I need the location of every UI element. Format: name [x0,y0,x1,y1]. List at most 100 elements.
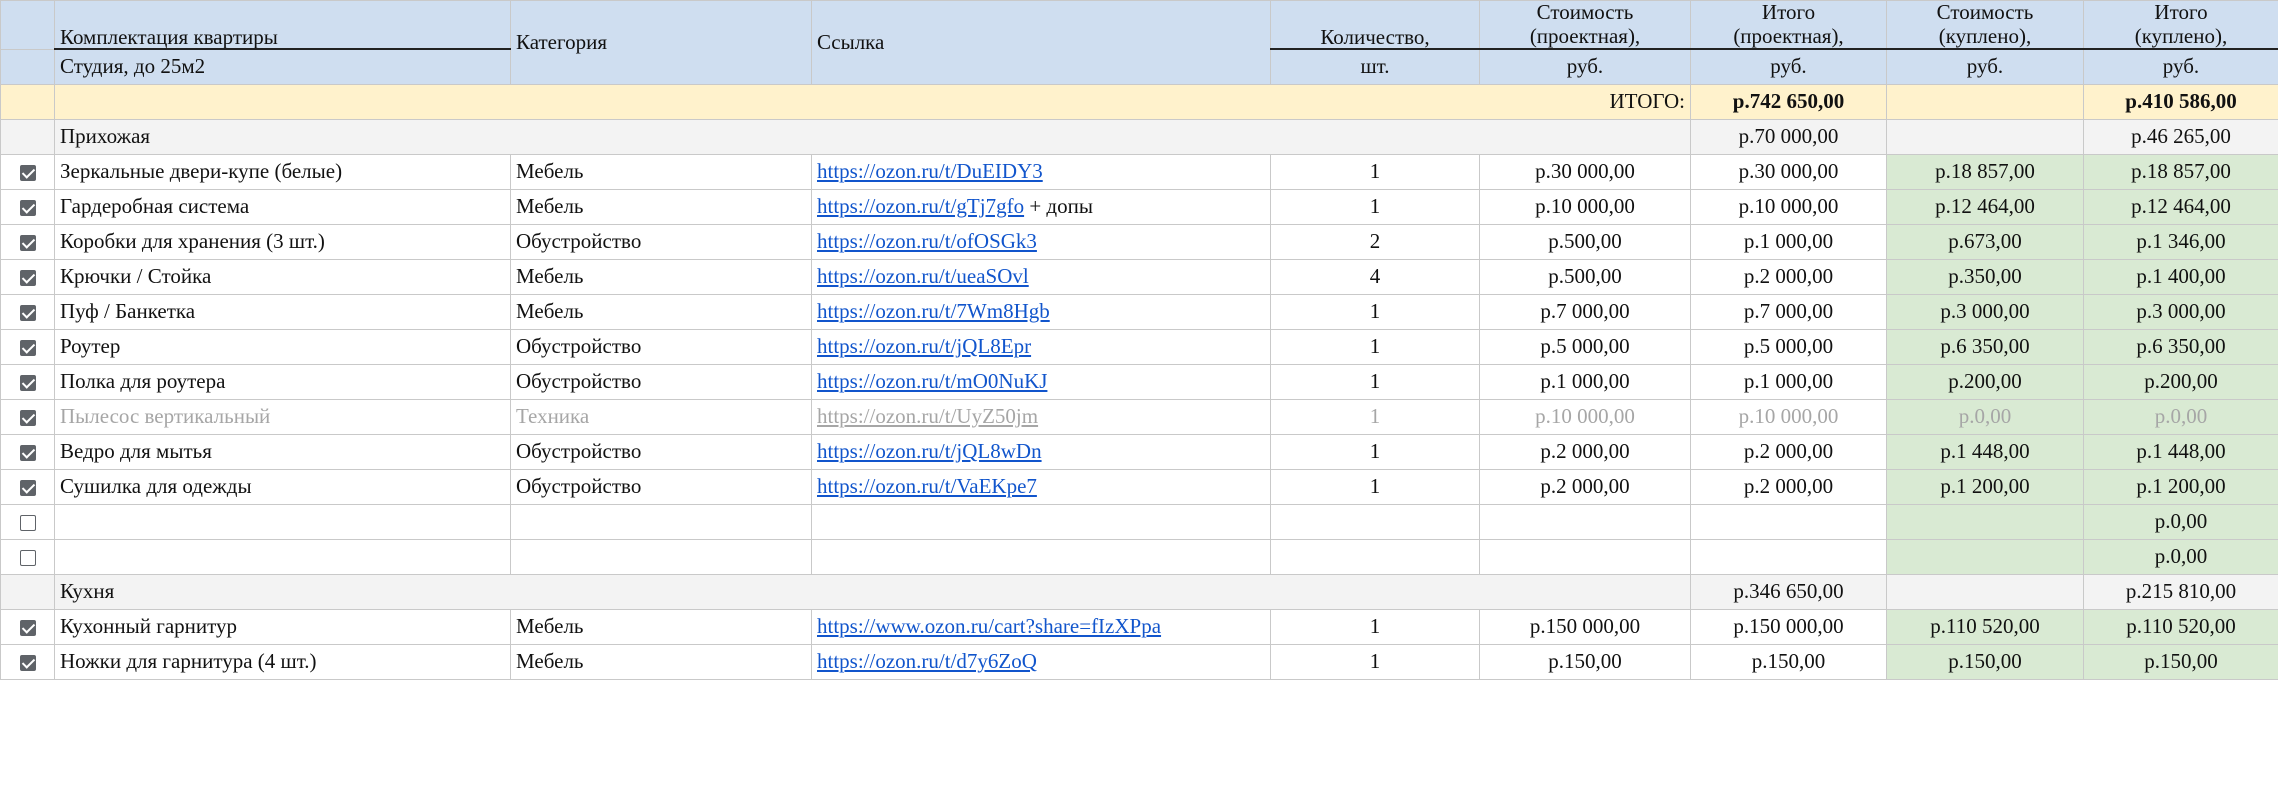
item-total-bought[interactable]: р.18 857,00 [2083,153,2278,190]
grand-total-cell-blank[interactable] [0,83,55,120]
item-total-projected[interactable]: р.10 000,00 [1690,188,1887,225]
header-cost-bought[interactable]: Стоимость (куплено), [1886,0,2084,51]
item-link-cell[interactable]: https://ozon.ru/t/ofOSGk3 [811,223,1271,260]
item-category[interactable]: Обустройство [510,223,812,260]
item-category[interactable]: Мебель [510,188,812,225]
item-cost-bought[interactable] [1886,538,2084,575]
header-qty-unit[interactable]: шт. [1270,48,1480,85]
item-total-bought[interactable]: р.0,00 [2083,538,2278,575]
checkbox-cell[interactable] [0,188,55,225]
item-link[interactable]: https://www.ozon.ru/cart?share=fIzXPpa [817,614,1161,638]
item-cost-bought[interactable]: р.110 520,00 [1886,608,2084,645]
checkbox-checked[interactable] [19,305,36,322]
checkbox-cell[interactable] [0,643,55,680]
item-cost-bought[interactable]: р.673,00 [1886,223,2084,260]
item-total-projected[interactable] [1690,503,1887,540]
item-link-cell[interactable]: https://ozon.ru/t/jQL8Epr [811,328,1271,365]
item-cost-projected[interactable] [1479,503,1691,540]
section-cell-blank[interactable] [0,573,55,610]
header-total-bought[interactable]: Итого (куплено), [2083,0,2278,51]
item-cost-projected[interactable]: р.1 000,00 [1479,363,1691,400]
header-qty[interactable]: Количество, [1270,0,1480,51]
grand-total-label[interactable]: ИТОГО: [54,83,1691,120]
item-qty[interactable]: 1 [1270,153,1480,190]
item-name[interactable] [54,538,511,575]
item-total-bought[interactable]: р.200,00 [2083,363,2278,400]
checkbox-cell[interactable] [0,503,55,540]
section-name[interactable]: Прихожая [54,118,1691,155]
section-blank[interactable] [1886,573,2084,610]
header-cost-projected-unit[interactable]: руб. [1479,48,1691,85]
item-link[interactable]: https://ozon.ru/t/gTj7gfo [817,194,1024,218]
item-cost-bought[interactable]: р.6 350,00 [1886,328,2084,365]
item-cost-bought[interactable]: р.350,00 [1886,258,2084,295]
header-link[interactable]: Ссылка [811,0,1271,85]
item-name[interactable]: Сушилка для одежды [54,468,511,505]
item-total-bought[interactable]: р.1 400,00 [2083,258,2278,295]
item-qty[interactable]: 1 [1270,363,1480,400]
item-cost-projected[interactable]: р.7 000,00 [1479,293,1691,330]
item-qty[interactable]: 1 [1270,433,1480,470]
checkbox-cell[interactable] [0,538,55,575]
item-category[interactable]: Мебель [510,153,812,190]
item-total-projected[interactable]: р.30 000,00 [1690,153,1887,190]
section-cell-blank[interactable] [0,118,55,155]
section-total-bought[interactable]: р.215 810,00 [2083,573,2278,610]
item-category[interactable]: Мебель [510,293,812,330]
item-category[interactable]: Обустройство [510,433,812,470]
checkbox-cell[interactable] [0,328,55,365]
item-link[interactable]: https://ozon.ru/t/DuEIDY3 [817,159,1043,183]
item-category[interactable]: Мебель [510,258,812,295]
item-name[interactable]: Зеркальные двери-купе (белые) [54,153,511,190]
item-qty[interactable]: 1 [1270,328,1480,365]
item-qty[interactable] [1270,538,1480,575]
item-total-bought[interactable]: р.3 000,00 [2083,293,2278,330]
item-cost-projected[interactable]: р.2 000,00 [1479,468,1691,505]
item-cost-projected[interactable]: р.500,00 [1479,258,1691,295]
item-link[interactable]: https://ozon.ru/t/d7y6ZoQ [817,649,1037,673]
checkbox-cell[interactable] [0,433,55,470]
item-link-cell[interactable]: https://ozon.ru/t/7Wm8Hgb [811,293,1271,330]
checkbox-checked[interactable] [19,340,36,357]
item-link[interactable]: https://ozon.ru/t/7Wm8Hgb [817,299,1050,323]
item-link-cell[interactable]: https://www.ozon.ru/cart?share=fIzXPpa [811,608,1271,645]
header-cost-bought-unit[interactable]: руб. [1886,48,2084,85]
item-name[interactable]: Крючки / Стойка [54,258,511,295]
checkbox-checked[interactable] [19,235,36,252]
item-link-cell[interactable]: https://ozon.ru/t/jQL8wDn [811,433,1271,470]
item-link-cell[interactable]: https://ozon.ru/t/d7y6ZoQ [811,643,1271,680]
item-cost-projected[interactable]: р.30 000,00 [1479,153,1691,190]
section-total-bought[interactable]: р.46 265,00 [2083,118,2278,155]
item-link[interactable]: https://ozon.ru/t/ofOSGk3 [817,229,1037,253]
header-corner[interactable] [0,0,55,50]
item-qty[interactable]: 1 [1270,293,1480,330]
item-name[interactable]: Ножки для гарнитура (4 шт.) [54,643,511,680]
item-name[interactable]: Кухонный гарнитур [54,608,511,645]
item-total-projected[interactable]: р.1 000,00 [1690,223,1887,260]
checkbox-checked[interactable] [19,165,36,182]
item-category[interactable]: Мебель [510,643,812,680]
item-link-cell[interactable] [811,538,1271,575]
item-link-cell[interactable]: https://ozon.ru/t/gTj7gfo + допы [811,188,1271,225]
item-cost-projected[interactable]: р.2 000,00 [1479,433,1691,470]
item-link[interactable]: https://ozon.ru/t/mO0NuKJ [817,369,1047,393]
item-link-cell[interactable]: https://ozon.ru/t/DuEIDY3 [811,153,1271,190]
item-cost-bought[interactable]: р.200,00 [1886,363,2084,400]
item-total-bought[interactable]: р.1 346,00 [2083,223,2278,260]
item-cost-projected[interactable]: р.5 000,00 [1479,328,1691,365]
item-name[interactable]: Гардеробная система [54,188,511,225]
item-category[interactable]: Техника [510,398,812,435]
item-category[interactable] [510,503,812,540]
item-category[interactable]: Мебель [510,608,812,645]
checkbox-checked[interactable] [19,375,36,392]
item-name[interactable]: Роутер [54,328,511,365]
header-apartment[interactable]: Комплектация квартиры [54,0,511,51]
item-qty[interactable]: 1 [1270,398,1480,435]
item-category[interactable]: Обустройство [510,468,812,505]
item-total-bought[interactable]: р.0,00 [2083,503,2278,540]
item-link[interactable]: https://ozon.ru/t/jQL8wDn [817,439,1042,463]
item-total-projected[interactable]: р.150 000,00 [1690,608,1887,645]
item-total-projected[interactable]: р.10 000,00 [1690,398,1887,435]
item-total-projected[interactable]: р.5 000,00 [1690,328,1887,365]
checkbox-cell[interactable] [0,153,55,190]
